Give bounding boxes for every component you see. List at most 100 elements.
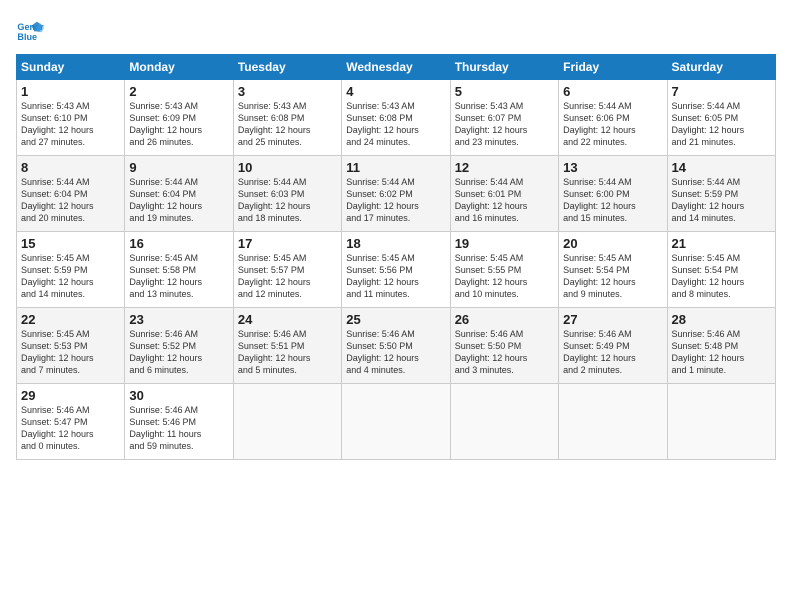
table-row: 3Sunrise: 5:43 AM Sunset: 6:08 PM Daylig… <box>233 80 341 156</box>
day-number: 14 <box>672 160 771 175</box>
cell-content: Sunrise: 5:44 AM Sunset: 6:05 PM Dayligh… <box>672 100 771 149</box>
cell-content: Sunrise: 5:43 AM Sunset: 6:08 PM Dayligh… <box>346 100 445 149</box>
cell-content: Sunrise: 5:44 AM Sunset: 6:03 PM Dayligh… <box>238 176 337 225</box>
table-row: 16Sunrise: 5:45 AM Sunset: 5:58 PM Dayli… <box>125 232 233 308</box>
cell-content: Sunrise: 5:46 AM Sunset: 5:51 PM Dayligh… <box>238 328 337 377</box>
day-number: 19 <box>455 236 554 251</box>
table-row: 4Sunrise: 5:43 AM Sunset: 6:08 PM Daylig… <box>342 80 450 156</box>
logo-icon: General Blue <box>16 16 44 44</box>
table-row: 23Sunrise: 5:46 AM Sunset: 5:52 PM Dayli… <box>125 308 233 384</box>
cell-content: Sunrise: 5:45 AM Sunset: 5:58 PM Dayligh… <box>129 252 228 301</box>
table-row: 13Sunrise: 5:44 AM Sunset: 6:00 PM Dayli… <box>559 156 667 232</box>
day-number: 16 <box>129 236 228 251</box>
cell-content: Sunrise: 5:46 AM Sunset: 5:47 PM Dayligh… <box>21 404 120 453</box>
cell-content: Sunrise: 5:46 AM Sunset: 5:48 PM Dayligh… <box>672 328 771 377</box>
table-row: 15Sunrise: 5:45 AM Sunset: 5:59 PM Dayli… <box>17 232 125 308</box>
page-header: General Blue <box>16 16 776 44</box>
cell-content: Sunrise: 5:45 AM Sunset: 5:53 PM Dayligh… <box>21 328 120 377</box>
day-number: 30 <box>129 388 228 403</box>
table-row: 25Sunrise: 5:46 AM Sunset: 5:50 PM Dayli… <box>342 308 450 384</box>
table-row: 1Sunrise: 5:43 AM Sunset: 6:10 PM Daylig… <box>17 80 125 156</box>
table-row: 6Sunrise: 5:44 AM Sunset: 6:06 PM Daylig… <box>559 80 667 156</box>
cell-content: Sunrise: 5:44 AM Sunset: 6:00 PM Dayligh… <box>563 176 662 225</box>
cell-content: Sunrise: 5:43 AM Sunset: 6:09 PM Dayligh… <box>129 100 228 149</box>
day-number: 21 <box>672 236 771 251</box>
day-number: 11 <box>346 160 445 175</box>
day-number: 25 <box>346 312 445 327</box>
day-number: 18 <box>346 236 445 251</box>
cell-content: Sunrise: 5:44 AM Sunset: 5:59 PM Dayligh… <box>672 176 771 225</box>
day-number: 27 <box>563 312 662 327</box>
table-row: 29Sunrise: 5:46 AM Sunset: 5:47 PM Dayli… <box>17 384 125 460</box>
cell-content: Sunrise: 5:44 AM Sunset: 6:04 PM Dayligh… <box>21 176 120 225</box>
cell-content: Sunrise: 5:46 AM Sunset: 5:50 PM Dayligh… <box>455 328 554 377</box>
table-row: 9Sunrise: 5:44 AM Sunset: 6:04 PM Daylig… <box>125 156 233 232</box>
col-monday: Monday <box>125 55 233 80</box>
table-row <box>667 384 775 460</box>
table-row: 20Sunrise: 5:45 AM Sunset: 5:54 PM Dayli… <box>559 232 667 308</box>
cell-content: Sunrise: 5:45 AM Sunset: 5:59 PM Dayligh… <box>21 252 120 301</box>
cell-content: Sunrise: 5:45 AM Sunset: 5:54 PM Dayligh… <box>563 252 662 301</box>
day-number: 15 <box>21 236 120 251</box>
cell-content: Sunrise: 5:45 AM Sunset: 5:56 PM Dayligh… <box>346 252 445 301</box>
day-number: 2 <box>129 84 228 99</box>
table-row <box>450 384 558 460</box>
day-number: 22 <box>21 312 120 327</box>
day-number: 23 <box>129 312 228 327</box>
day-number: 7 <box>672 84 771 99</box>
table-row: 27Sunrise: 5:46 AM Sunset: 5:49 PM Dayli… <box>559 308 667 384</box>
day-number: 24 <box>238 312 337 327</box>
table-row: 22Sunrise: 5:45 AM Sunset: 5:53 PM Dayli… <box>17 308 125 384</box>
cell-content: Sunrise: 5:45 AM Sunset: 5:54 PM Dayligh… <box>672 252 771 301</box>
col-wednesday: Wednesday <box>342 55 450 80</box>
cell-content: Sunrise: 5:43 AM Sunset: 6:08 PM Dayligh… <box>238 100 337 149</box>
table-row: 24Sunrise: 5:46 AM Sunset: 5:51 PM Dayli… <box>233 308 341 384</box>
day-number: 12 <box>455 160 554 175</box>
table-row: 8Sunrise: 5:44 AM Sunset: 6:04 PM Daylig… <box>17 156 125 232</box>
day-number: 4 <box>346 84 445 99</box>
table-row <box>559 384 667 460</box>
day-number: 26 <box>455 312 554 327</box>
cell-content: Sunrise: 5:46 AM Sunset: 5:50 PM Dayligh… <box>346 328 445 377</box>
day-number: 9 <box>129 160 228 175</box>
table-row: 17Sunrise: 5:45 AM Sunset: 5:57 PM Dayli… <box>233 232 341 308</box>
day-number: 17 <box>238 236 337 251</box>
table-row: 19Sunrise: 5:45 AM Sunset: 5:55 PM Dayli… <box>450 232 558 308</box>
day-number: 6 <box>563 84 662 99</box>
cell-content: Sunrise: 5:43 AM Sunset: 6:07 PM Dayligh… <box>455 100 554 149</box>
table-row: 14Sunrise: 5:44 AM Sunset: 5:59 PM Dayli… <box>667 156 775 232</box>
day-number: 10 <box>238 160 337 175</box>
table-row <box>233 384 341 460</box>
day-number: 5 <box>455 84 554 99</box>
cell-content: Sunrise: 5:46 AM Sunset: 5:49 PM Dayligh… <box>563 328 662 377</box>
day-number: 28 <box>672 312 771 327</box>
table-row: 21Sunrise: 5:45 AM Sunset: 5:54 PM Dayli… <box>667 232 775 308</box>
table-row: 12Sunrise: 5:44 AM Sunset: 6:01 PM Dayli… <box>450 156 558 232</box>
table-row: 10Sunrise: 5:44 AM Sunset: 6:03 PM Dayli… <box>233 156 341 232</box>
day-number: 29 <box>21 388 120 403</box>
day-number: 1 <box>21 84 120 99</box>
col-thursday: Thursday <box>450 55 558 80</box>
svg-text:Blue: Blue <box>17 32 37 42</box>
cell-content: Sunrise: 5:45 AM Sunset: 5:55 PM Dayligh… <box>455 252 554 301</box>
calendar-table: Sunday Monday Tuesday Wednesday Thursday… <box>16 54 776 460</box>
cell-content: Sunrise: 5:45 AM Sunset: 5:57 PM Dayligh… <box>238 252 337 301</box>
table-row: 26Sunrise: 5:46 AM Sunset: 5:50 PM Dayli… <box>450 308 558 384</box>
table-row: 30Sunrise: 5:46 AM Sunset: 5:46 PM Dayli… <box>125 384 233 460</box>
day-number: 13 <box>563 160 662 175</box>
cell-content: Sunrise: 5:44 AM Sunset: 6:04 PM Dayligh… <box>129 176 228 225</box>
cell-content: Sunrise: 5:43 AM Sunset: 6:10 PM Dayligh… <box>21 100 120 149</box>
table-row: 18Sunrise: 5:45 AM Sunset: 5:56 PM Dayli… <box>342 232 450 308</box>
cell-content: Sunrise: 5:44 AM Sunset: 6:02 PM Dayligh… <box>346 176 445 225</box>
day-number: 20 <box>563 236 662 251</box>
table-row: 5Sunrise: 5:43 AM Sunset: 6:07 PM Daylig… <box>450 80 558 156</box>
cell-content: Sunrise: 5:46 AM Sunset: 5:46 PM Dayligh… <box>129 404 228 453</box>
cell-content: Sunrise: 5:44 AM Sunset: 6:01 PM Dayligh… <box>455 176 554 225</box>
table-row: 7Sunrise: 5:44 AM Sunset: 6:05 PM Daylig… <box>667 80 775 156</box>
cell-content: Sunrise: 5:44 AM Sunset: 6:06 PM Dayligh… <box>563 100 662 149</box>
table-row: 11Sunrise: 5:44 AM Sunset: 6:02 PM Dayli… <box>342 156 450 232</box>
col-saturday: Saturday <box>667 55 775 80</box>
table-row: 2Sunrise: 5:43 AM Sunset: 6:09 PM Daylig… <box>125 80 233 156</box>
day-number: 8 <box>21 160 120 175</box>
col-friday: Friday <box>559 55 667 80</box>
